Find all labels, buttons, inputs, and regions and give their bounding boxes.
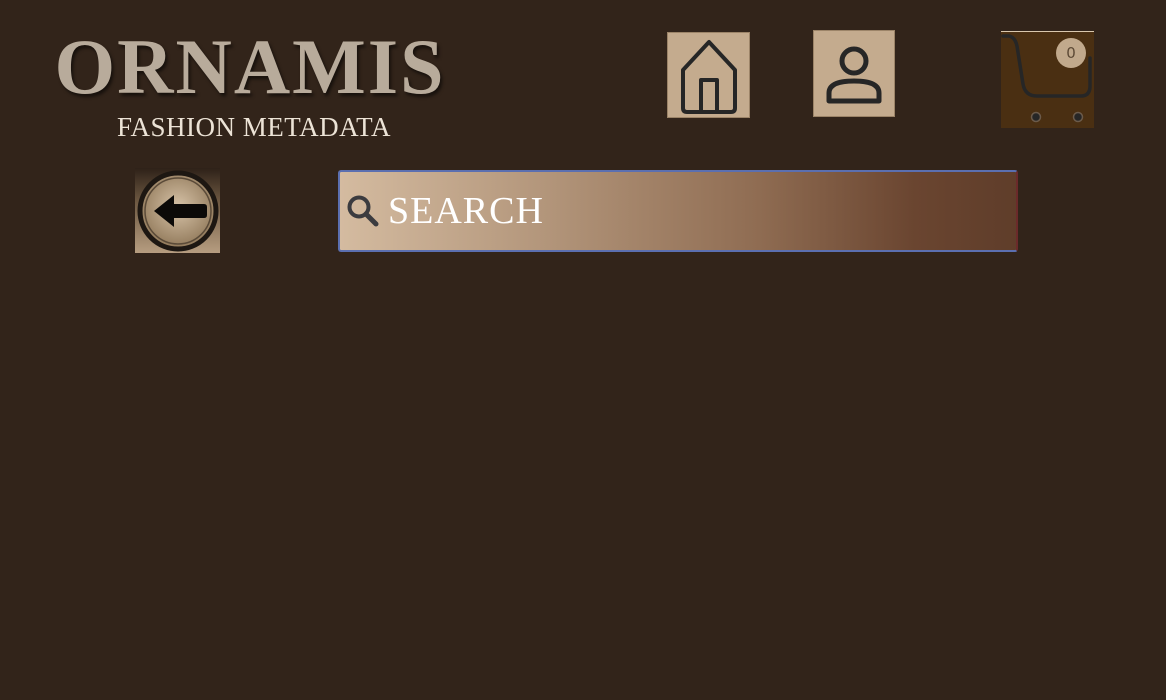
tagline: FASHION METADATA (117, 112, 391, 142)
arrow-left-icon (137, 170, 218, 251)
home-button[interactable] (667, 32, 750, 118)
home-icon (680, 40, 737, 114)
search-icon (347, 195, 379, 227)
account-button[interactable] (813, 30, 895, 117)
brand: ORNAMIS FASHION METADATA (40, 22, 460, 142)
search-input[interactable] (380, 176, 1016, 246)
cart-count-badge: 0 (1056, 38, 1086, 68)
search-bar[interactable] (338, 170, 1018, 252)
cart-button[interactable]: 0 (1001, 31, 1094, 128)
back-button[interactable] (135, 168, 220, 253)
logo: ORNAMIS (54, 23, 446, 110)
user-icon (826, 46, 882, 103)
